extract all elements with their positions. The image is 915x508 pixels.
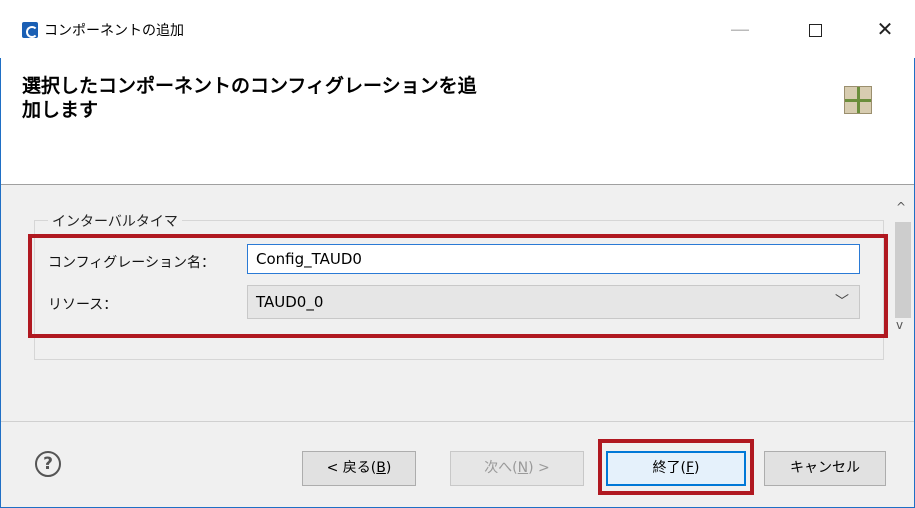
title-bar: コンポーネントの追加 — ✕ [0, 0, 915, 58]
next-accelerator: N [517, 460, 529, 476]
back-paren: ) [385, 460, 392, 476]
back-label: < 戻る( [326, 460, 377, 476]
window-title: コンポーネントの追加 [44, 23, 184, 39]
back-accelerator: B [376, 460, 386, 476]
component-banner-icon [844, 86, 872, 114]
highlight-box-finish [598, 439, 754, 495]
next-button[interactable]: 次へ(N) > [450, 451, 584, 486]
next-suffix: ) > [528, 460, 550, 476]
minimize-button[interactable]: — [720, 14, 760, 44]
maximize-button[interactable] [795, 14, 835, 44]
close-button[interactable]: ✕ [865, 14, 905, 44]
highlight-box-fields [28, 234, 888, 338]
scroll-down-arrow-icon[interactable]: v [896, 318, 903, 332]
back-button[interactable]: < 戻る(B) [302, 451, 416, 486]
scrollbar-thumb[interactable] [895, 222, 911, 318]
next-label: 次へ( [484, 460, 518, 476]
help-icon[interactable]: ? [35, 451, 61, 477]
app-icon [22, 22, 38, 38]
group-label: インターバルタイマ [48, 211, 182, 231]
maximize-icon [808, 24, 822, 37]
cancel-button[interactable]: キャンセル [764, 451, 886, 486]
scroll-up-arrow-icon[interactable]: ^ [896, 200, 906, 214]
page-heading: 選択したコンポーネントのコンフィグレーションを追 加します [22, 74, 582, 122]
heading-line-1: 選択したコンポーネントのコンフィグレーションを追 [22, 75, 477, 97]
heading-line-2: 加します [22, 99, 99, 121]
